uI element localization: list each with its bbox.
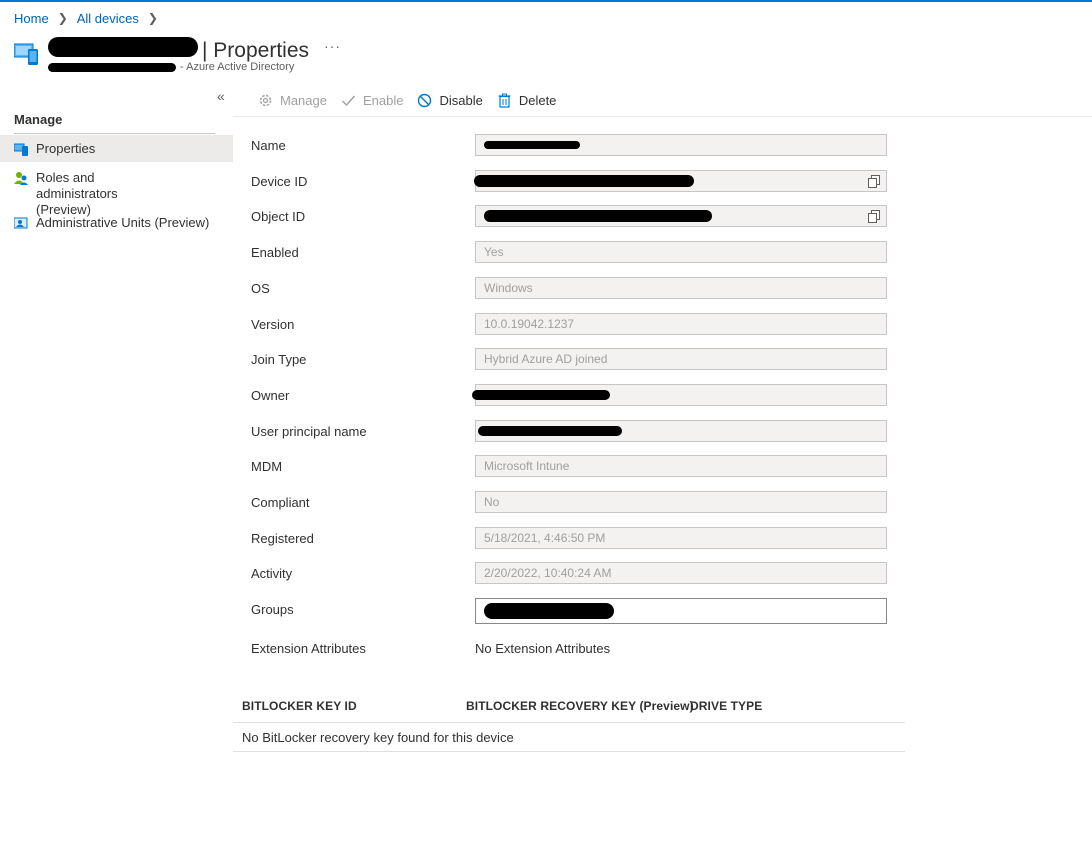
breadcrumb: Home ❯ All devices ❯ [14,10,167,26]
sidebar-item-label: Roles and administrators (Preview) [36,170,118,217]
sidebar-divider [14,133,215,134]
os-field[interactable]: Windows [475,277,887,299]
groups-label: Groups [251,602,294,617]
name-label: Name [251,138,286,153]
activity-label: Activity [251,566,293,581]
command-bar: Manage Enable Disable Delete [258,91,570,109]
top-accent-line [0,0,1092,2]
breadcrumb-all-devices-link[interactable]: All devices [77,11,139,26]
collapse-sidebar-button[interactable]: « [217,88,225,104]
extension-attributes-value: No Extension Attributes [475,641,611,656]
column-header-recovery-key: BITLOCKER RECOVERY KEY (Preview) [466,699,694,713]
mdm-field[interactable]: Microsoft Intune [475,455,887,477]
compliant-label: Compliant [251,495,310,510]
empty-table-message: No BitLocker recovery key found for this… [242,730,514,745]
redacted-value [478,426,622,436]
redacted-value [472,390,610,400]
copy-icon[interactable] [868,210,880,223]
properties-icon [13,142,28,156]
object-id-field[interactable] [475,205,887,227]
upn-field[interactable] [475,420,887,442]
sidebar-item-admin-units[interactable]: Administrative Units (Preview) [0,215,233,233]
sidebar-section-title: Manage [14,112,63,127]
breadcrumb-home-link[interactable]: Home [14,11,49,26]
redacted-value [484,141,580,149]
groups-field[interactable] [475,598,887,624]
registered-label: Registered [251,531,314,546]
compliant-field[interactable]: No [475,491,887,513]
sidebar-item-roles[interactable]: Roles and administrators (Preview) [0,170,233,217]
redacted-device-name [48,37,198,57]
upn-label: User principal name [251,424,367,439]
join-type-field[interactable]: Hybrid Azure AD joined [475,348,887,370]
sidebar-item-label: Properties [36,141,96,156]
checkmark-icon [341,93,356,108]
object-id-label: Object ID [251,209,306,224]
enable-button[interactable]: Enable [341,93,403,108]
delete-button[interactable]: Delete [497,93,556,108]
activity-field[interactable]: 2/20/2022, 10:40:24 AM [475,562,887,584]
toolbar-divider [233,116,1092,117]
block-icon [417,93,432,108]
sidebar-item-properties[interactable]: Properties [0,135,233,162]
disable-button[interactable]: Disable [417,93,483,108]
version-label: Version [251,317,295,332]
device-icon [13,41,40,67]
redacted-subtitle [48,62,176,72]
device-id-label: Device ID [251,174,308,189]
extension-attributes-label: Extension Attributes [251,641,366,656]
column-header-key-id: BITLOCKER KEY ID [242,699,357,713]
gear-icon [258,93,273,108]
os-label: OS [251,281,270,296]
chevron-right-icon: ❯ [57,11,68,25]
people-icon [14,171,28,185]
manage-button[interactable]: Manage [258,93,327,108]
sidebar-item-label: Administrative Units (Preview) [36,215,210,230]
page-subtitle: - Azure Active Directory [48,61,294,73]
owner-label: Owner [251,388,290,403]
more-options-button[interactable]: ··· [324,38,341,54]
join-type-label: Join Type [251,352,307,367]
registered-field[interactable]: 5/18/2021, 4:46:50 PM [475,527,887,549]
redacted-value [474,175,694,187]
enabled-label: Enabled [251,245,299,260]
chevron-right-icon: ❯ [147,11,158,25]
version-field[interactable]: 10.0.19042.1237 [475,313,887,335]
mdm-label: MDM [251,459,283,474]
admin-units-icon [13,216,28,230]
trash-icon [497,93,512,108]
name-field[interactable] [475,134,887,156]
redacted-value [484,210,712,222]
enabled-field[interactable]: Yes [475,241,887,263]
device-id-field[interactable] [474,170,887,192]
table-header-divider [233,722,905,723]
owner-field[interactable] [472,384,887,406]
redacted-value [484,603,614,619]
page-title: | Properties [48,35,309,63]
column-header-drive-type: DRIVE TYPE [690,699,763,713]
copy-icon[interactable] [868,175,880,188]
table-bottom-divider [233,751,905,752]
